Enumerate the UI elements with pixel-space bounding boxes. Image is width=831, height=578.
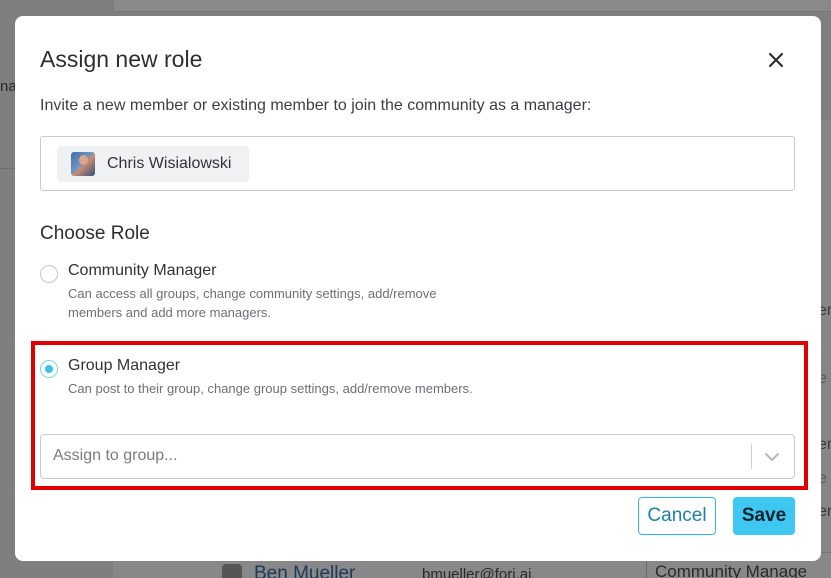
- background-member-role: Community Manage: [646, 562, 807, 578]
- member-chip-name: Chris Wisialowski: [107, 155, 232, 172]
- background-member-name: Ben Mueller: [254, 563, 356, 578]
- chevron-down-icon[interactable]: [764, 449, 780, 465]
- assign-role-modal: Assign new role Invite a new member or e…: [15, 16, 821, 561]
- role-name: Group Manager: [68, 357, 181, 374]
- radio-community-manager[interactable]: [40, 265, 58, 283]
- role-description: Can access all groups, change community …: [68, 286, 437, 320]
- select-divider: [751, 444, 752, 469]
- save-button[interactable]: Save: [733, 497, 795, 535]
- assign-group-placeholder: Assign to group...: [53, 447, 178, 464]
- assign-group-select[interactable]: Assign to group...: [40, 434, 795, 479]
- modal-title: Assign new role: [40, 46, 203, 72]
- role-option-group-manager[interactable]: Group Manager Can post to their group, c…: [40, 357, 560, 419]
- close-button[interactable]: [767, 50, 785, 70]
- radio-group-manager[interactable]: [40, 360, 58, 378]
- cancel-button[interactable]: Cancel: [638, 497, 716, 535]
- avatar: [71, 152, 95, 176]
- close-icon: [768, 52, 784, 68]
- role-name: Community Manager: [68, 262, 217, 279]
- modal-description: Invite a new member or existing member t…: [40, 97, 592, 114]
- choose-role-heading: Choose Role: [40, 223, 150, 244]
- role-option-community-manager[interactable]: Community Manager Can access all groups,…: [40, 262, 560, 324]
- background-card: [113, 0, 831, 12]
- background-member-email: bmueller@fori.ai: [422, 566, 532, 578]
- member-input[interactable]: Chris Wisialowski: [40, 136, 795, 191]
- member-chip[interactable]: Chris Wisialowski: [57, 146, 250, 182]
- avatar: [222, 564, 242, 578]
- role-description: Can post to their group, change group se…: [68, 381, 473, 396]
